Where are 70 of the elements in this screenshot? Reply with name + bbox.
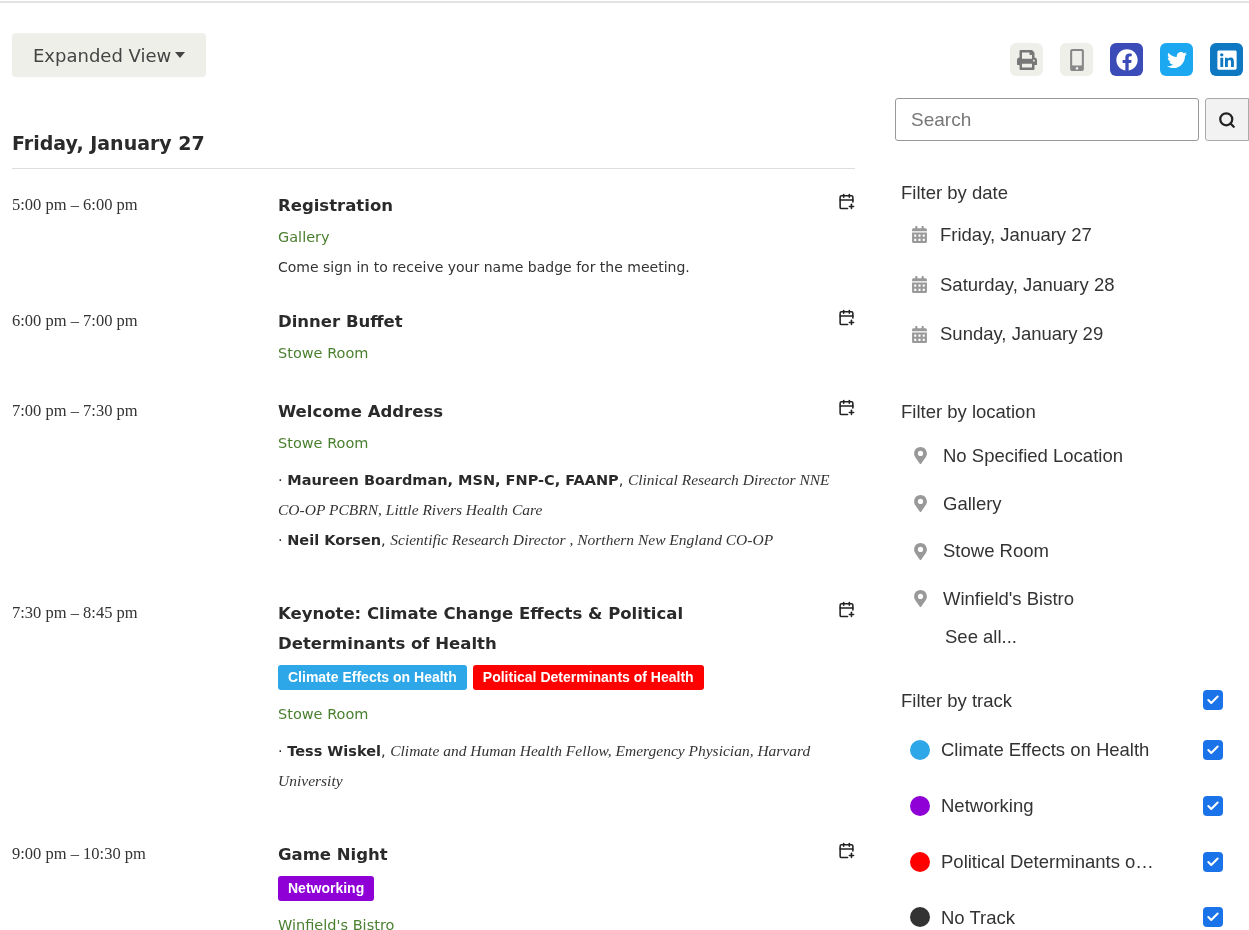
checkbox[interactable] bbox=[1203, 795, 1223, 816]
event-description: Come sign in to receive your name badge for the meeting. bbox=[278, 257, 691, 277]
map-pin-icon bbox=[912, 542, 929, 560]
date-filter-link[interactable]: Friday, January 27 bbox=[940, 220, 1092, 249]
event-location[interactable]: Stowe Room bbox=[278, 336, 832, 369]
add-to-calendar-icon[interactable] bbox=[838, 308, 855, 326]
checkbox[interactable] bbox=[1203, 907, 1223, 928]
location-filter-link[interactable]: Gallery bbox=[943, 489, 1002, 518]
speaker-line: · Maureen Boardman, MSN, FNP-C, FAANP, Clinical Research Director NNE CO-OP PCBRN, Little Rivers Health Care bbox=[278, 469, 831, 520]
track-filter-label[interactable]: Climate Effects on Health bbox=[941, 736, 1203, 764]
speaker-line: · Tess Wiskel, Climate and Human Health Fellow, Emergency Physician, Harvard University bbox=[278, 740, 812, 791]
event-time: 6:00 pm – 7:00 pm bbox=[12, 309, 139, 332]
track-filter-label[interactable]: Networking bbox=[941, 792, 1203, 820]
location-filter-link[interactable]: Winfield's Bistro bbox=[943, 585, 1074, 613]
search-button[interactable] bbox=[1205, 98, 1249, 141]
print-button[interactable] bbox=[1010, 43, 1043, 76]
facebook-button[interactable] bbox=[1110, 43, 1143, 76]
date-filter-link[interactable]: Saturday, January 28 bbox=[940, 270, 1115, 299]
phone-button[interactable] bbox=[1060, 43, 1093, 76]
location-filter-link[interactable]: Stowe Room bbox=[943, 537, 1049, 565]
location-filter-link[interactable]: No Specified Location bbox=[943, 441, 1123, 470]
map-pin-icon bbox=[912, 590, 929, 608]
event-title[interactable]: Game Night bbox=[278, 839, 748, 870]
twitter-icon bbox=[1166, 49, 1187, 70]
speaker-line: · Neil Korsen, Scientific Research Director , Northern New England CO-OP bbox=[278, 529, 775, 550]
calendar-icon bbox=[911, 275, 928, 293]
event-time: 7:00 pm – 7:30 pm bbox=[12, 399, 139, 422]
map-pin-icon bbox=[912, 447, 929, 465]
linkedin-icon bbox=[1215, 48, 1238, 71]
date-filter-link[interactable]: Sunday, January 29 bbox=[940, 320, 1104, 348]
checkbox[interactable] bbox=[1203, 690, 1223, 711]
add-to-calendar-icon[interactable] bbox=[838, 600, 855, 618]
facebook-icon bbox=[1115, 48, 1138, 71]
linkedin-button[interactable] bbox=[1210, 43, 1243, 76]
see-all-link[interactable]: See all... bbox=[901, 622, 1249, 651]
day-heading: Friday, January 27 bbox=[12, 129, 855, 169]
event-title[interactable]: Keynote: Climate Change Effects & Political Determinants of Health bbox=[278, 598, 748, 659]
event-time: 7:30 pm – 8:45 pm bbox=[12, 601, 139, 624]
search-icon bbox=[1218, 110, 1236, 129]
event-location[interactable]: Stowe Room bbox=[278, 697, 832, 730]
map-pin-icon bbox=[912, 494, 929, 512]
search-field[interactable]: Search bbox=[895, 98, 1199, 141]
track-filter-label[interactable]: No Track bbox=[941, 903, 1203, 930]
track-tag[interactable]: Political Determinants of Health bbox=[472, 664, 704, 690]
view-dropdown-button[interactable]: Expanded View bbox=[12, 33, 207, 77]
add-to-calendar-icon[interactable] bbox=[838, 398, 855, 416]
twitter-button[interactable] bbox=[1160, 43, 1193, 76]
printer-icon bbox=[1016, 49, 1037, 70]
track-tag[interactable]: Networking bbox=[278, 875, 375, 901]
event-location[interactable]: Winfield's Bistro bbox=[278, 908, 832, 930]
filter-heading: Filter by date bbox=[901, 181, 1009, 205]
checkbox[interactable] bbox=[1203, 851, 1223, 872]
event-time: 9:00 pm – 10:30 pm bbox=[12, 842, 147, 865]
track-filter-label[interactable]: Political Determinants o… bbox=[941, 847, 1203, 876]
calendar-icon bbox=[911, 226, 928, 244]
event-location[interactable]: Gallery bbox=[278, 220, 832, 253]
checkbox[interactable] bbox=[1203, 740, 1223, 761]
event-location[interactable]: Stowe Room bbox=[278, 426, 832, 459]
event-title[interactable]: Dinner Buffet bbox=[278, 306, 748, 337]
caret-icon bbox=[175, 52, 186, 58]
event-time: 5:00 pm – 6:00 pm bbox=[12, 193, 139, 216]
add-to-calendar-icon[interactable] bbox=[838, 192, 855, 210]
filter-heading: Filter by track bbox=[901, 688, 1013, 713]
filter-heading: Filter by location bbox=[901, 400, 1037, 424]
calendar-icon bbox=[911, 325, 928, 343]
add-to-calendar-icon[interactable] bbox=[838, 841, 855, 859]
checkmark-icon bbox=[1206, 854, 1220, 869]
checkmark-icon bbox=[1206, 798, 1220, 813]
event-title[interactable]: Welcome Address bbox=[278, 396, 748, 427]
event-title[interactable]: Registration bbox=[278, 190, 748, 221]
